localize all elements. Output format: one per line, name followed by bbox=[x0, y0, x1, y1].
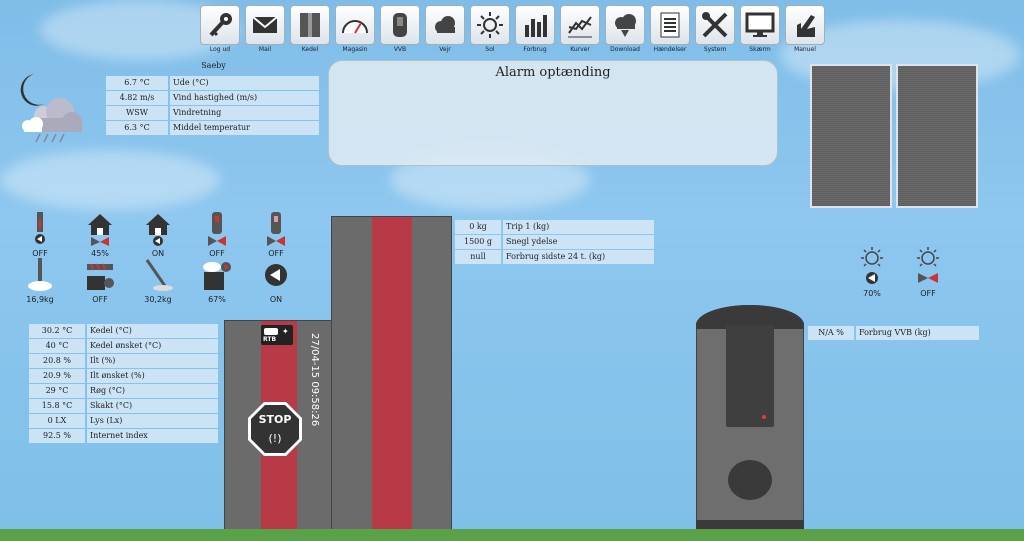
boiler-display: RTB ✦ bbox=[261, 325, 293, 345]
boiler-row: 15.8 °C Skakt (°C) bbox=[29, 399, 218, 413]
stop-label: STOP bbox=[258, 413, 292, 426]
boiler-row: 20.8 % Ilt (%) bbox=[29, 354, 218, 368]
kurver-button[interactable]: Kurver bbox=[560, 5, 600, 55]
magazine-row: 1500 g Snegl ydelse bbox=[455, 235, 654, 249]
boiler-row: 29 °C Røg (°C) bbox=[29, 384, 218, 398]
boiler-icon bbox=[300, 13, 320, 37]
cloud-icon bbox=[435, 16, 455, 33]
svg-text:(!): (!) bbox=[269, 432, 282, 445]
water-heater-tank bbox=[696, 305, 804, 530]
alarm-title: Alarm optænding bbox=[495, 65, 611, 80]
boiler-row: 92.5 % Internet index bbox=[29, 429, 218, 443]
vvb-row: N/A % Forbrug VVB (kg) bbox=[808, 326, 979, 340]
thermometer-icon bbox=[35, 212, 45, 244]
fan-icon bbox=[203, 262, 231, 290]
boiler-datetime: 27/04-15 09:58:26 bbox=[309, 333, 320, 427]
logout-button[interactable]: Log ud bbox=[200, 5, 240, 55]
weather-row: 6.3 °C Middel temperatur bbox=[106, 121, 319, 135]
boiler-row: 30.2 °C Kedel (°C) bbox=[29, 324, 218, 338]
manuel-button[interactable]: Manuel bbox=[785, 5, 825, 55]
boiler-row: 40 °C Kedel ønsket (°C) bbox=[29, 339, 218, 353]
silo-stripe bbox=[372, 217, 412, 531]
status-ash[interactable]: 16,9kg bbox=[20, 258, 60, 304]
status-boiler-valve-2[interactable]: OFF bbox=[256, 212, 296, 258]
sun-pump-icon bbox=[861, 247, 883, 284]
boiler-row: 0 LX Lys (Lx) bbox=[29, 414, 218, 428]
solar-valve-status[interactable]: OFF bbox=[908, 246, 948, 298]
line-chart-icon bbox=[568, 16, 592, 38]
kedel-button[interactable]: Kedel bbox=[290, 5, 330, 55]
magazine-silo bbox=[331, 216, 452, 531]
status-house-pump[interactable]: ON bbox=[138, 212, 178, 258]
document-icon bbox=[660, 12, 680, 38]
solar-panel bbox=[810, 64, 892, 208]
auger-icon bbox=[87, 263, 114, 290]
download-icon bbox=[615, 14, 636, 37]
scale-icon bbox=[145, 259, 173, 291]
weather-row: 4.82 m/s Vind hastighed (m/s) bbox=[106, 91, 319, 105]
moon-cloud-icon bbox=[20, 74, 82, 143]
key-icon bbox=[209, 13, 232, 37]
solar-panel bbox=[896, 64, 978, 208]
sun-icon bbox=[477, 12, 503, 38]
status-fan[interactable]: 67% bbox=[197, 258, 237, 304]
hand-icon bbox=[797, 15, 815, 37]
water-heater-icon bbox=[393, 13, 407, 37]
status-house-valve[interactable]: 45% bbox=[80, 212, 120, 258]
mail-icon bbox=[252, 16, 278, 33]
boiler-unit: RTB ✦ 27/04-15 09:58:26 (!) STOP bbox=[224, 320, 332, 531]
house-pump-icon bbox=[146, 214, 170, 246]
magasin-button[interactable]: Magasin bbox=[335, 5, 375, 55]
status-pump[interactable]: ON bbox=[256, 258, 296, 304]
stop-sign-icon: (!) bbox=[248, 402, 302, 456]
boiler-valve-icon bbox=[267, 212, 285, 246]
pump-icon bbox=[265, 264, 287, 286]
weather-location: Saeby bbox=[201, 61, 226, 70]
vejr-button[interactable]: Vejr bbox=[425, 5, 465, 55]
house-valve-icon bbox=[88, 214, 112, 246]
sun-valve-icon bbox=[917, 247, 939, 283]
ground bbox=[0, 529, 1024, 541]
magazine-row: null Forbrug sidste 24 t. (kg) bbox=[455, 250, 654, 264]
skaerm-button[interactable]: Skærm bbox=[740, 5, 780, 55]
forbrug-button[interactable]: Forbrug bbox=[515, 5, 555, 55]
tools-icon bbox=[702, 12, 728, 38]
system-button[interactable]: System bbox=[695, 5, 735, 55]
alarm-panel: Alarm optænding bbox=[328, 60, 778, 166]
gauge-icon bbox=[342, 20, 368, 34]
vvb-button[interactable]: VVB bbox=[380, 5, 420, 55]
status-auger[interactable]: OFF bbox=[80, 258, 120, 304]
status-thermometer[interactable]: OFF bbox=[20, 212, 60, 258]
mail-button[interactable]: Mail bbox=[245, 5, 285, 55]
weather-row: 6.7 °C Ude (°C) bbox=[106, 76, 319, 90]
stop-button[interactable]: (!) STOP bbox=[247, 401, 303, 457]
boiler-valve-icon bbox=[208, 212, 226, 246]
magazine-row: 0 kg Trip 1 (kg) bbox=[455, 220, 654, 234]
bar-chart-icon bbox=[525, 15, 547, 37]
monitor-icon bbox=[745, 12, 775, 37]
solar-pump-status[interactable]: 70% bbox=[852, 246, 892, 298]
tank-panel bbox=[726, 325, 774, 427]
tank-port bbox=[728, 460, 772, 500]
boiler-brand: RTB bbox=[263, 336, 277, 343]
download-button[interactable]: Download bbox=[605, 5, 645, 55]
status-boiler-valve-1[interactable]: OFF bbox=[197, 212, 237, 258]
weather-row: WSW Vindretning bbox=[106, 106, 319, 120]
boiler-row: 20.9 % Ilt ønsket (%) bbox=[29, 369, 218, 383]
tank-indicator bbox=[762, 415, 766, 419]
sol-button[interactable]: Sol bbox=[470, 5, 510, 55]
haendelser-button[interactable]: Hændelser bbox=[650, 5, 690, 55]
status-scale[interactable]: 30,2kg bbox=[138, 258, 178, 304]
ash-icon bbox=[28, 258, 52, 291]
